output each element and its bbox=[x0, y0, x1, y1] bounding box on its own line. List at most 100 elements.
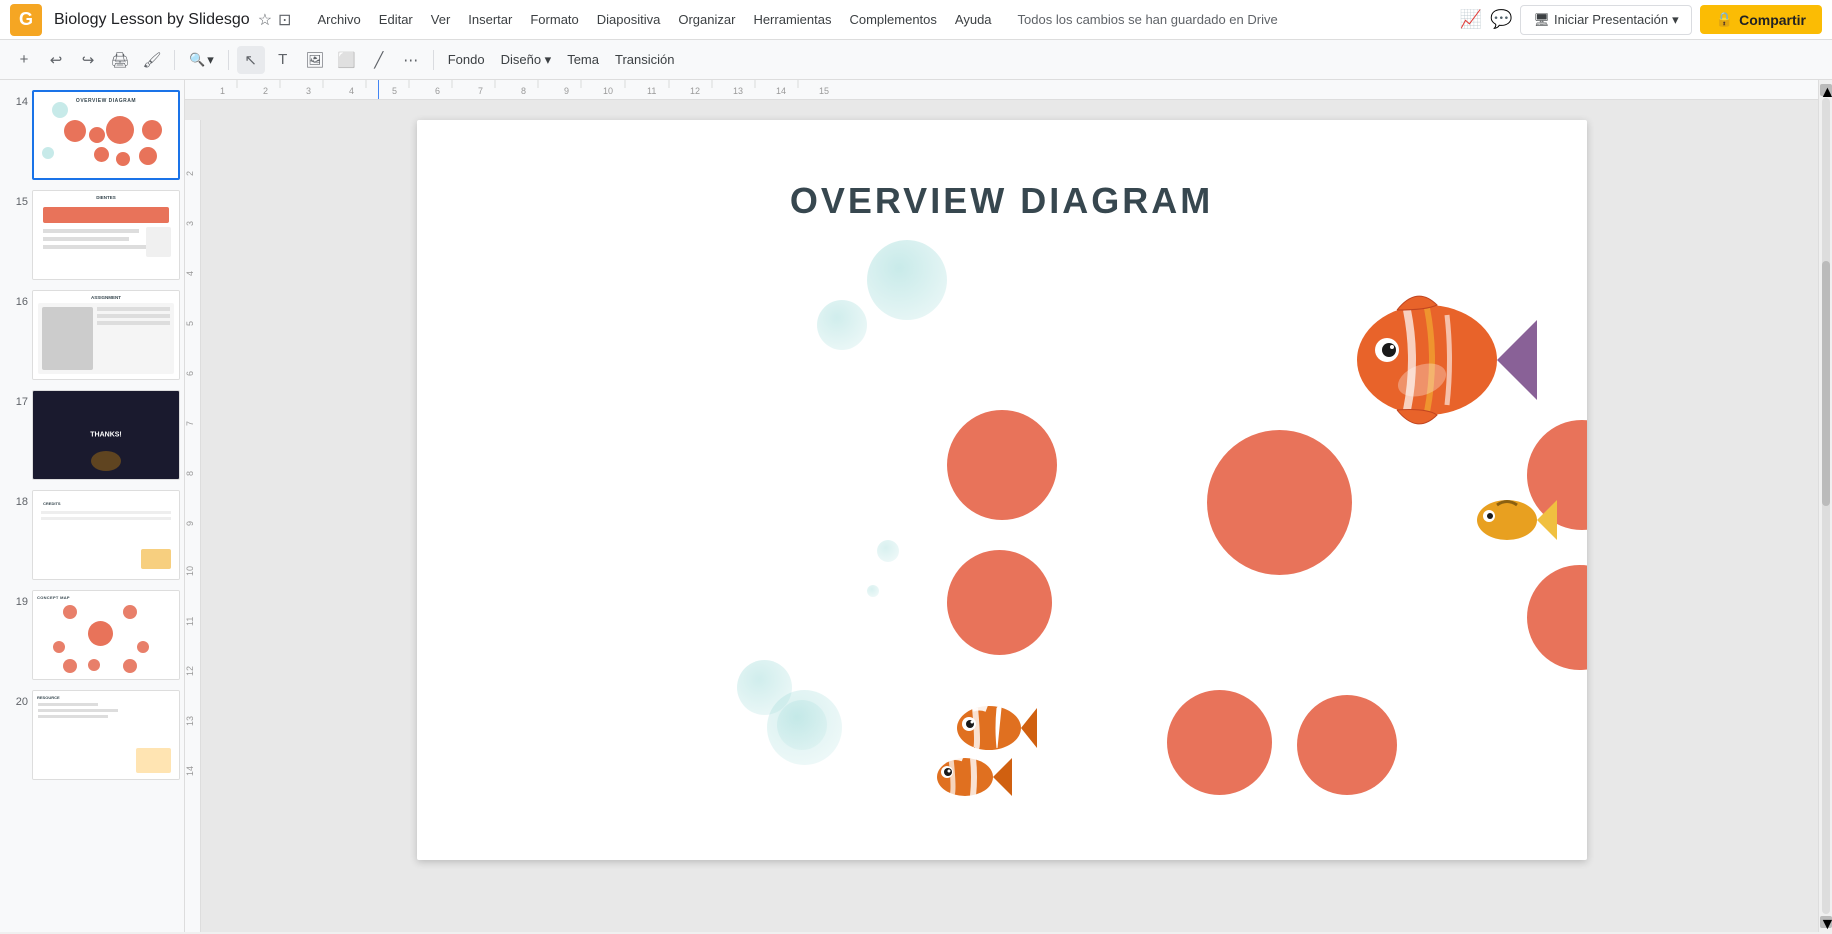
bubble-7 bbox=[777, 700, 827, 750]
autosave-msg: Todos los cambios se han guardado en Dri… bbox=[1018, 12, 1278, 27]
text-tool[interactable]: T bbox=[269, 46, 297, 74]
slide-item-15[interactable]: 15 DIENTES bbox=[4, 188, 180, 282]
fondo-btn[interactable]: Fondo bbox=[442, 48, 491, 71]
image-tool[interactable]: 🖼 bbox=[301, 46, 329, 74]
svg-text:7: 7 bbox=[478, 86, 483, 96]
svg-text:12: 12 bbox=[185, 666, 195, 676]
menu-ayuda[interactable]: Ayuda bbox=[947, 8, 1000, 31]
slide-thumb-17[interactable]: THANKS! bbox=[32, 390, 180, 480]
concept-map-thumb-label: CONCEPT MAP bbox=[37, 595, 70, 600]
toolbar: + ↩ ↪ 🖨 🖌 🔍 ▾ ↖ T 🖼 ⬜ ╱ ⋯ Fondo Diseño ▾… bbox=[0, 40, 1832, 80]
print-button[interactable]: 🖨 bbox=[106, 46, 134, 74]
svg-text:13: 13 bbox=[185, 716, 195, 726]
menu-complementos[interactable]: Complementos bbox=[841, 8, 944, 31]
right-scrollbar[interactable]: ▲ ▼ bbox=[1818, 80, 1832, 932]
slide-item-16[interactable]: 16 ASSIGNMENT bbox=[4, 288, 180, 382]
scroll-up-btn[interactable]: ▲ bbox=[1820, 84, 1832, 96]
sep2 bbox=[228, 50, 229, 70]
svg-text:6: 6 bbox=[185, 371, 195, 376]
diseno-btn[interactable]: Diseño ▾ bbox=[495, 48, 558, 72]
comment-icon[interactable]: 💬 bbox=[1490, 9, 1512, 30]
add-slide-button[interactable]: + bbox=[10, 46, 38, 74]
tema-btn[interactable]: Tema bbox=[561, 48, 605, 71]
svg-text:5: 5 bbox=[392, 86, 397, 96]
drive-icon[interactable]: ⊡ bbox=[278, 10, 291, 30]
slide-item-17[interactable]: 17 THANKS! bbox=[4, 388, 180, 482]
slide-item-19[interactable]: 19 CONCEPT MAP bbox=[4, 588, 180, 682]
svg-text:1: 1 bbox=[220, 86, 225, 96]
svg-text:8: 8 bbox=[185, 471, 195, 476]
app-logo: G bbox=[10, 4, 42, 36]
share-button[interactable]: 🔒 Compartir bbox=[1700, 5, 1822, 34]
undo-button[interactable]: ↩ bbox=[42, 46, 70, 74]
svg-text:10: 10 bbox=[185, 566, 195, 576]
slide-num-20: 20 bbox=[6, 690, 28, 708]
menu-diapositiva[interactable]: Diapositiva bbox=[589, 8, 669, 31]
slide-num-14: 14 bbox=[6, 90, 28, 108]
bubble-2 bbox=[817, 300, 867, 350]
line-tool[interactable]: ╱ bbox=[365, 46, 393, 74]
slide-thumb-16[interactable]: ASSIGNMENT bbox=[32, 290, 180, 380]
slide-num-16: 16 bbox=[6, 290, 28, 308]
present-button[interactable]: 🖥 Iniciar Presentación ▾ bbox=[1520, 5, 1691, 35]
paint-format-button[interactable]: 🖌 bbox=[138, 46, 166, 74]
slide-num-19: 19 bbox=[6, 590, 28, 608]
svg-text:6: 6 bbox=[435, 86, 440, 96]
svg-text:4: 4 bbox=[185, 271, 195, 276]
small-fish bbox=[1467, 490, 1557, 550]
svg-text:11: 11 bbox=[185, 617, 195, 626]
slide-item-20[interactable]: 20 RESOURCE bbox=[4, 688, 180, 782]
svg-text:14: 14 bbox=[776, 86, 786, 96]
slide-thumb-19[interactable]: CONCEPT MAP bbox=[32, 590, 180, 680]
menu-archivo[interactable]: Archivo bbox=[309, 8, 368, 31]
cursor-tool[interactable]: ↖ bbox=[237, 46, 265, 74]
zoom-icon: 🔍 bbox=[189, 52, 205, 68]
svg-text:9: 9 bbox=[185, 521, 195, 526]
scroll-down-btn[interactable]: ▼ bbox=[1820, 916, 1832, 928]
scroll-track[interactable] bbox=[1822, 98, 1830, 914]
redo-button[interactable]: ↪ bbox=[74, 46, 102, 74]
fondo-label: Fondo bbox=[448, 52, 485, 67]
share-label: Compartir bbox=[1739, 12, 1806, 28]
present-screen-icon: 🖥 bbox=[1533, 12, 1550, 28]
slide-item-14[interactable]: 14 OVERVIEW DIAGRAM bbox=[4, 88, 180, 182]
svg-text:9: 9 bbox=[564, 86, 569, 96]
canvas-wrapper[interactable]: 2 3 4 5 6 7 8 9 10 11 12 13 14 bbox=[185, 100, 1818, 932]
menu-herramientas[interactable]: Herramientas bbox=[745, 8, 839, 31]
trending-icon[interactable]: 📈 bbox=[1460, 9, 1482, 30]
lock-icon: 🔒 bbox=[1716, 11, 1733, 28]
slide-title: OVERVIEW DIAGRAM bbox=[790, 180, 1213, 222]
svg-text:5: 5 bbox=[185, 321, 195, 326]
slide-canvas[interactable]: OVERVIEW DIAGRAM bbox=[417, 120, 1587, 860]
slide-thumb-15[interactable]: DIENTES bbox=[32, 190, 180, 280]
present-label: Iniciar Presentación bbox=[1554, 12, 1668, 27]
slide-thumb-18[interactable]: CREDITS bbox=[32, 490, 180, 580]
scroll-thumb[interactable] bbox=[1822, 261, 1830, 506]
menu-organizar[interactable]: Organizar bbox=[670, 8, 743, 31]
tema-label: Tema bbox=[567, 52, 599, 67]
diseno-label: Diseño ▾ bbox=[501, 52, 552, 68]
slide-num-15: 15 bbox=[6, 190, 28, 208]
svg-text:3: 3 bbox=[185, 221, 195, 226]
shape-tool[interactable]: ⬜ bbox=[333, 46, 361, 74]
star-icon[interactable]: ☆ bbox=[258, 10, 272, 30]
zoom-dropdown[interactable]: 🔍 ▾ bbox=[183, 48, 220, 72]
svg-text:2: 2 bbox=[185, 171, 195, 176]
slide-thumb-20[interactable]: RESOURCE bbox=[32, 690, 180, 780]
menu-formato[interactable]: Formato bbox=[522, 8, 586, 31]
topbar: G Biology Lesson by Slidesgo ☆ ⊡ Archivo… bbox=[0, 0, 1832, 40]
menu-ver[interactable]: Ver bbox=[423, 8, 459, 31]
transicion-btn[interactable]: Transición bbox=[609, 48, 680, 71]
circle-7 bbox=[1527, 565, 1587, 670]
circle-3 bbox=[1207, 430, 1352, 575]
slide-num-17: 17 bbox=[6, 390, 28, 408]
menu-editar[interactable]: Editar bbox=[371, 8, 421, 31]
slide-item-18[interactable]: 18 CREDITS bbox=[4, 488, 180, 582]
menu-insertar[interactable]: Insertar bbox=[460, 8, 520, 31]
slide-num-18: 18 bbox=[6, 490, 28, 508]
present-dropdown-arrow[interactable]: ▾ bbox=[1672, 12, 1679, 28]
more-tool[interactable]: ⋯ bbox=[397, 46, 425, 74]
bubble-1 bbox=[867, 240, 947, 320]
svg-text:3: 3 bbox=[306, 86, 311, 96]
slide-thumb-14[interactable]: OVERVIEW DIAGRAM bbox=[32, 90, 180, 180]
